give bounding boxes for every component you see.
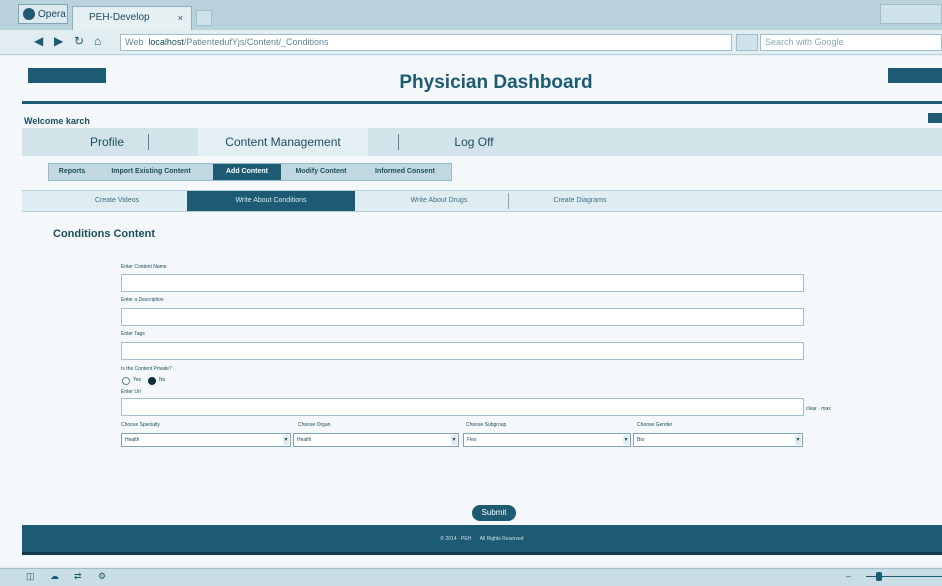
url-side-text: clear · max [806, 406, 831, 412]
organ-label: Choose Organ [298, 422, 331, 428]
new-tab-button[interactable] [196, 10, 212, 26]
organ-value: Health [297, 437, 312, 443]
tab-close-icon[interactable]: × [178, 7, 183, 29]
web-label: Web [125, 37, 144, 47]
organ-select[interactable]: Health ▾ [293, 433, 459, 447]
content-name-label: Enter Content Name [121, 264, 167, 270]
nav-content-management[interactable]: Content Management [198, 128, 368, 156]
gender-label: Choose Gender [637, 422, 673, 428]
window-controls[interactable] [880, 4, 942, 24]
chevron-down-icon: ▾ [795, 435, 801, 445]
tab-title: PEH-Develop [89, 12, 150, 23]
private-yes-radio[interactable] [122, 377, 130, 385]
subnav-informed-consent[interactable]: Informed Consent [361, 164, 449, 180]
gender-value: Bio [637, 437, 645, 443]
nav-separator [398, 134, 399, 150]
chevron-down-icon: ▾ [283, 435, 289, 445]
reload-icon[interactable]: ↻ [74, 34, 84, 48]
nav-profile[interactable]: Profile [52, 128, 162, 156]
share-icon[interactable]: ⇄ [74, 571, 84, 581]
specialty-value: Health [125, 437, 140, 443]
back-icon[interactable]: ◀ [34, 34, 43, 48]
nav-log-off[interactable]: Log Off [412, 128, 536, 156]
zoom-slider-handle[interactable] [876, 572, 882, 581]
subgroup-value: Flex [467, 437, 477, 443]
tags-label: Enter Tags [121, 331, 145, 337]
subnav-import-existing-content[interactable]: Import Existing Content [93, 164, 209, 180]
footer-copyright: © 2014 · PEH [440, 536, 472, 542]
top-right-small-button[interactable] [928, 113, 942, 123]
header-divider [22, 101, 942, 104]
content-type-nav: Create Videos Write About Conditions Wri… [22, 190, 942, 212]
browser-status-bar [0, 568, 942, 586]
home-icon[interactable]: ⌂ [94, 34, 101, 48]
url-field[interactable] [121, 398, 804, 416]
tab-write-about-drugs[interactable]: Write About Drugs [374, 191, 504, 211]
search-input[interactable]: Search with Google [760, 34, 942, 51]
cloud-icon[interactable]: ☁ [50, 571, 60, 581]
page-footer: © 2014 · PEH All Rights Reserved [22, 525, 942, 555]
description-label: Enter a Description [121, 297, 164, 303]
content-name-input[interactable] [121, 274, 804, 292]
gender-select[interactable]: Bio ▾ [633, 433, 803, 447]
specialty-select[interactable]: Health ▾ [121, 433, 291, 447]
welcome-text: Welcome karch [24, 116, 90, 126]
tab-write-about-conditions[interactable]: Write About Conditions [187, 191, 355, 211]
opera-menu-label: Opera [38, 9, 66, 20]
footer-bottom-line [22, 552, 942, 555]
section-title: Conditions Content [53, 228, 156, 240]
specialty-label: Choose Specialty [121, 422, 160, 428]
private-question-label: Is the Content Private? [121, 366, 172, 372]
private-yes-label: Yes [133, 377, 142, 383]
url-input[interactable]: Web localhost/PatientedufYjs/Content/_Co… [120, 34, 732, 51]
tab-create-diagrams[interactable]: Create Diagrams [522, 191, 638, 211]
submit-button[interactable]: Submit [472, 505, 516, 521]
opera-logo-icon [23, 8, 35, 21]
subnav-add-content[interactable]: Add Content [213, 164, 281, 180]
browser-tab[interactable]: PEH-Develop × [72, 6, 192, 30]
panel-icon[interactable]: ◫ [26, 571, 36, 581]
tab-create-videos[interactable]: Create Videos [62, 191, 172, 211]
forward-icon[interactable]: ▶ [54, 34, 63, 48]
chevron-down-icon: ▾ [623, 435, 629, 445]
tab-separator [508, 193, 509, 209]
chevron-down-icon: ▾ [451, 435, 457, 445]
description-input[interactable] [121, 308, 804, 326]
url-label: Enter Url [121, 389, 141, 395]
settings-icon[interactable]: ⚙ [98, 571, 108, 581]
main-nav: Profile Content Management Log Off [22, 128, 942, 156]
url-path: /PatientedufYjs/Content/_Conditions [183, 37, 329, 47]
sub-nav: Reports Import Existing Content Add Cont… [48, 163, 452, 181]
subnav-modify-content[interactable]: Modify Content [285, 164, 357, 180]
zoom-out-icon[interactable]: – [846, 571, 856, 581]
opera-menu-button[interactable]: Opera [18, 4, 68, 24]
page-title: Physician Dashboard [399, 72, 593, 93]
nav-separator [148, 134, 149, 150]
tags-input[interactable] [121, 342, 804, 360]
footer-rights: All Rights Reserved [479, 536, 524, 542]
subnav-reports[interactable]: Reports [51, 164, 93, 180]
search-engine-icon[interactable] [736, 34, 758, 51]
private-no-radio[interactable] [148, 377, 156, 385]
subgroup-label: Choose Subgroup [466, 422, 507, 428]
subgroup-select[interactable]: Flex ▾ [463, 433, 631, 447]
private-no-label: No [159, 377, 166, 383]
url-host: localhost [148, 37, 184, 47]
